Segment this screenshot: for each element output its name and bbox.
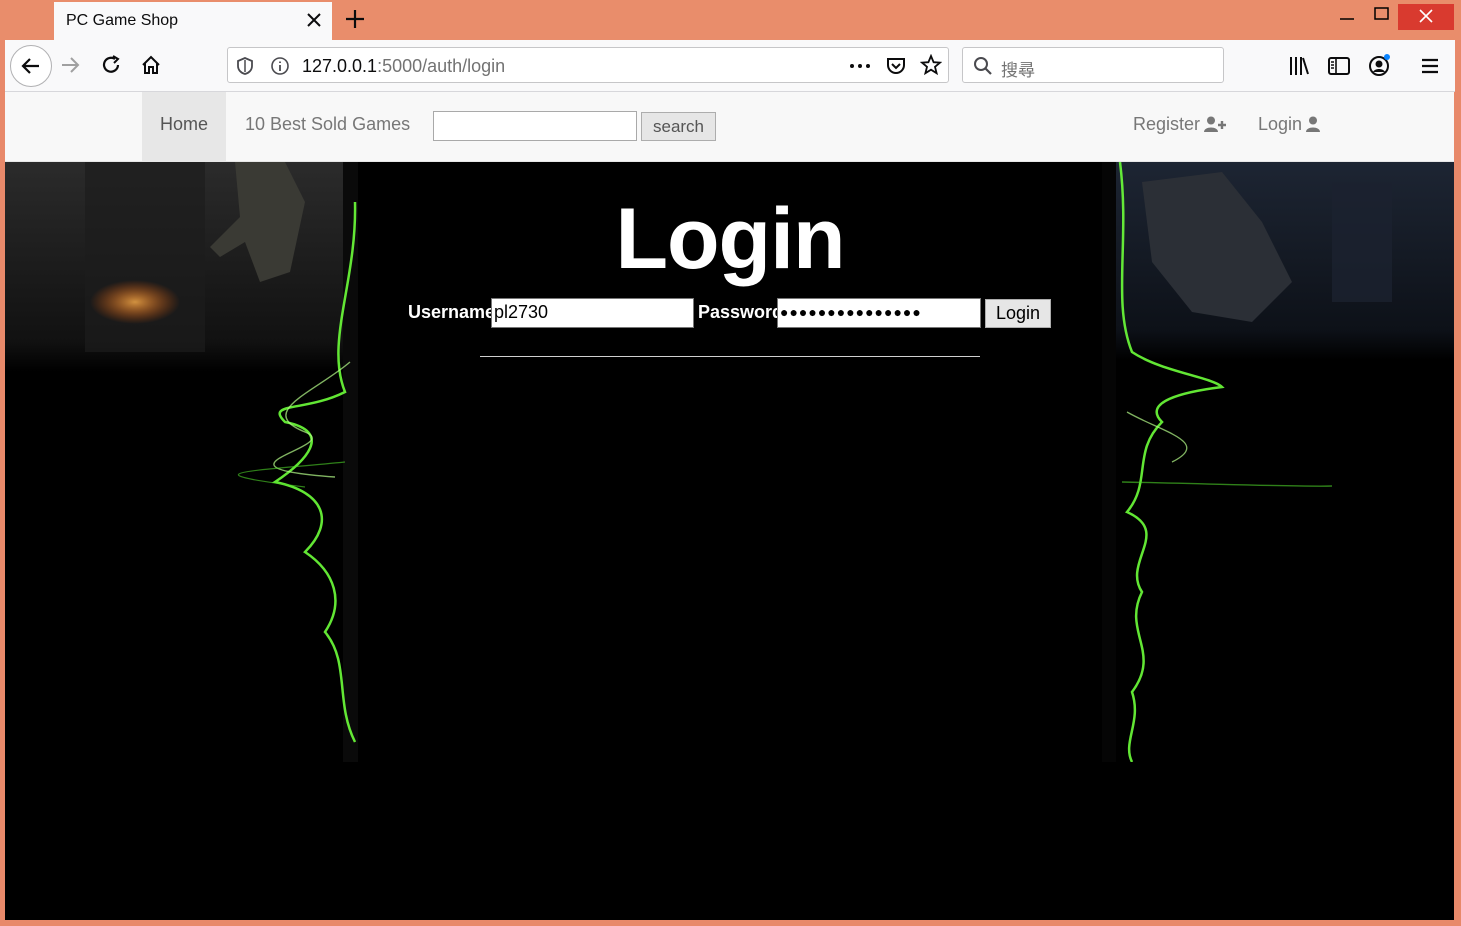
register-link[interactable]: Register (1133, 92, 1227, 156)
window-close-icon[interactable] (1398, 4, 1454, 30)
bookmark-star-icon[interactable] (920, 54, 942, 76)
nav-home-link[interactable]: Home (142, 92, 227, 162)
site-search-button[interactable]: search (641, 112, 716, 141)
library-icon[interactable] (1287, 54, 1311, 78)
page-viewport: Home 10 Best Sold Games search Register … (5, 92, 1454, 920)
reload-icon (102, 55, 120, 73)
password-input[interactable]: ●●●●●●●●●●●●●●● (777, 298, 981, 328)
login-submit-button[interactable]: Login (985, 299, 1051, 328)
forward-arrow-icon (62, 57, 80, 73)
reload-button[interactable] (92, 46, 130, 84)
browser-search-box[interactable]: 搜尋 (962, 47, 1224, 83)
home-icon (142, 55, 160, 74)
page-title: Login (615, 191, 845, 287)
info-icon[interactable] (270, 56, 290, 76)
new-tab-icon[interactable] (342, 6, 368, 32)
browser-tab[interactable]: PC Game Shop (54, 0, 332, 40)
left-game-artwork (5, 162, 358, 762)
tab-title: PC Game Shop (66, 12, 179, 29)
login-link[interactable]: Login (1258, 92, 1321, 156)
back-button[interactable] (10, 45, 52, 87)
user-plus-icon (1204, 116, 1227, 132)
menu-icon[interactable] (1418, 54, 1442, 78)
right-game-artwork (1102, 162, 1454, 762)
url-host: 127.0.0.1 (302, 56, 378, 76)
site-navbar: Home 10 Best Sold Games search Register … (5, 92, 1454, 162)
search-placeholder: 搜尋 (1001, 61, 1035, 80)
register-label: Register (1133, 114, 1201, 134)
pocket-icon[interactable] (885, 55, 907, 77)
divider (480, 356, 980, 357)
url-text: 127.0.0.1:5000/auth/login (302, 56, 505, 77)
account-icon[interactable] (1367, 54, 1391, 78)
login-label: Login (1258, 114, 1303, 134)
shield-icon[interactable] (236, 56, 254, 76)
search-icon (974, 57, 992, 75)
browser-toolbar: 127.0.0.1:5000/auth/login 搜尋 (5, 40, 1455, 92)
url-path: :5000/auth/login (377, 56, 506, 76)
forward-button[interactable] (51, 46, 89, 84)
address-bar[interactable]: 127.0.0.1:5000/auth/login (227, 47, 949, 83)
more-actions-icon[interactable] (848, 57, 872, 75)
user-icon (1306, 116, 1321, 132)
close-tab-icon[interactable] (304, 10, 324, 30)
maximize-icon[interactable] (1364, 4, 1398, 30)
back-arrow-icon (21, 58, 39, 74)
site-search-input[interactable] (433, 111, 637, 141)
password-label: Password (698, 302, 784, 322)
sidebar-icon[interactable] (1327, 54, 1351, 78)
nav-best-sold-link[interactable]: 10 Best Sold Games (227, 92, 428, 162)
minimize-icon[interactable] (1330, 4, 1364, 30)
username-input[interactable]: pl2730 (491, 298, 694, 328)
username-label: Username (408, 302, 496, 322)
window-titlebar: PC Game Shop (0, 0, 1461, 40)
home-button[interactable] (132, 46, 170, 84)
